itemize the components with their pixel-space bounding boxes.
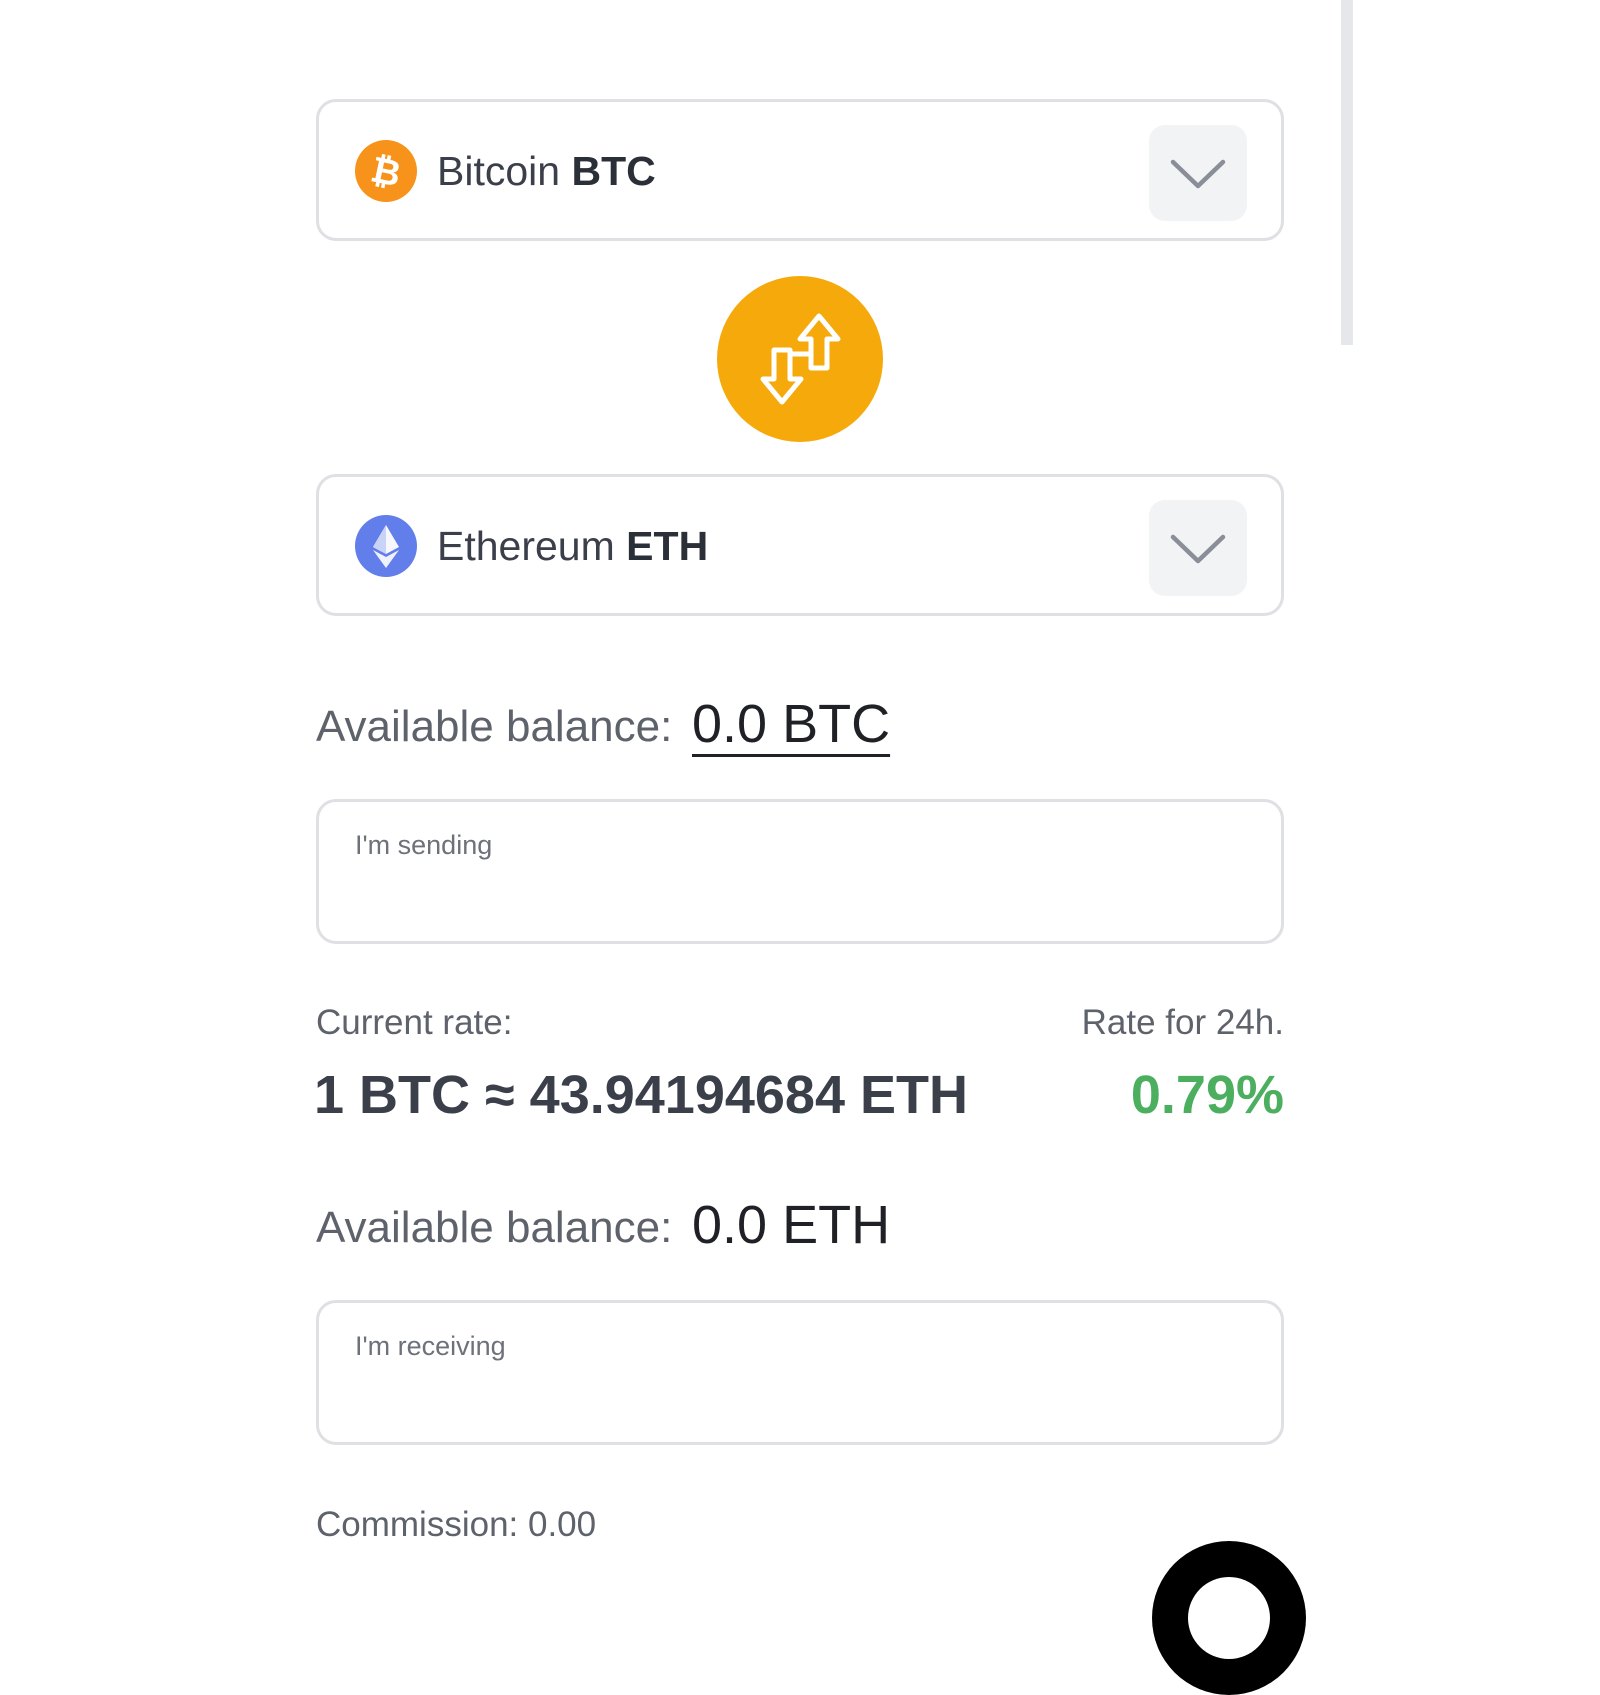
from-currency-label: Bitcoin BTC	[437, 148, 656, 194]
send-balance-label: Available balance:	[316, 702, 673, 751]
sending-amount-input[interactable]: I'm sending	[316, 799, 1284, 944]
from-currency-name: Bitcoin	[437, 148, 561, 194]
chat-support-button[interactable]	[1152, 1541, 1306, 1695]
current-rate-value: 1 BTC ≈ 43.94194684 ETH	[314, 1065, 968, 1125]
bitcoin-icon: ₿	[355, 140, 417, 202]
page-scrollbar[interactable]	[1341, 0, 1353, 345]
chevron-down-icon	[1170, 159, 1226, 189]
from-currency-select[interactable]: ₿ Bitcoin BTC	[316, 99, 1284, 241]
to-currency-label: Ethereum ETH	[437, 523, 708, 569]
current-rate-label: Current rate:	[316, 1003, 513, 1042]
receiving-input-placeholder: I'm receiving	[355, 1331, 506, 1361]
swap-currencies-button[interactable]	[717, 276, 883, 442]
to-currency-dropdown-button[interactable]	[1149, 500, 1247, 596]
ethereum-icon	[355, 515, 417, 577]
send-balance-value[interactable]: 0.0 BTC	[692, 693, 890, 755]
chevron-down-icon	[1170, 534, 1226, 564]
commission-text: Commission: 0.00	[316, 1505, 597, 1544]
sending-input-placeholder: I'm sending	[355, 830, 493, 860]
to-currency-name: Ethereum	[437, 523, 615, 569]
rate-24h-change: 0.79%	[1130, 1065, 1284, 1125]
receiving-amount-input[interactable]: I'm receiving	[316, 1300, 1284, 1445]
to-currency-ticker: ETH	[626, 523, 709, 569]
receive-balance-label: Available balance:	[316, 1203, 673, 1252]
from-currency-ticker: BTC	[571, 148, 656, 194]
from-currency-dropdown-button[interactable]	[1149, 125, 1247, 221]
rate-24h-label: Rate for 24h.	[1081, 1003, 1284, 1042]
receive-balance-value: 0.0 ETH	[692, 1195, 891, 1255]
chat-bubble-icon	[1188, 1577, 1270, 1659]
to-currency-select[interactable]: Ethereum ETH	[316, 474, 1284, 616]
swap-arrows-icon	[760, 313, 841, 405]
